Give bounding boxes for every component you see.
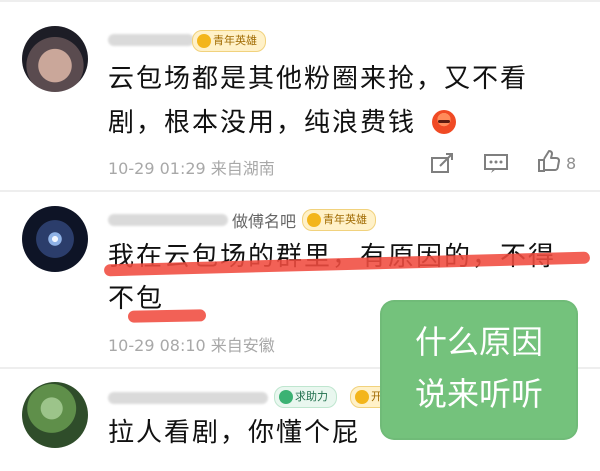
username-tail: 做傅名吧 (232, 212, 297, 231)
share-icon[interactable] (430, 152, 456, 174)
badge-icon (197, 34, 211, 48)
username-blurred[interactable] (108, 214, 228, 226)
comment-divider-1 (0, 190, 600, 192)
comment-text-line2-span: 剧，根本没用，纯浪费钱 (108, 108, 417, 138)
reply-icon[interactable] (483, 152, 509, 174)
highlight-stroke-2 (127, 309, 207, 323)
user-badge: 青年英雄 (192, 30, 266, 52)
like-icon[interactable] (536, 150, 562, 172)
comment-text-line1: 云包场都是其他粉圈来抢，又不看 (108, 64, 529, 94)
top-divider (0, 0, 600, 2)
user-badge-help: 求助力 (274, 386, 337, 408)
angry-emoji-icon (432, 110, 457, 134)
avatar[interactable] (22, 206, 88, 272)
comment-meta: 10-29 01:29 来自湖南 (108, 159, 275, 178)
username-blurred[interactable] (108, 34, 194, 46)
badge-icon (307, 213, 321, 227)
user-badge: 青年英雄 (302, 209, 376, 231)
rocket-icon (279, 390, 293, 404)
username-blurred[interactable] (108, 392, 268, 404)
comment-text-line2: 剧，根本没用，纯浪费钱 (108, 104, 457, 142)
overlay-caption-card: 什么原因 说来听听 (380, 300, 578, 440)
like-count: 8 (566, 154, 577, 173)
badge-icon (355, 390, 369, 404)
comment-meta: 10-29 08:10 来自安徽 (108, 336, 275, 355)
avatar[interactable] (22, 26, 88, 92)
overlay-line-2: 说来听听 (414, 375, 543, 413)
avatar[interactable] (22, 382, 88, 448)
overlay-line-1: 什么原因 (414, 323, 543, 361)
comment-text: 拉人看剧，你懂个屁 (108, 418, 361, 448)
